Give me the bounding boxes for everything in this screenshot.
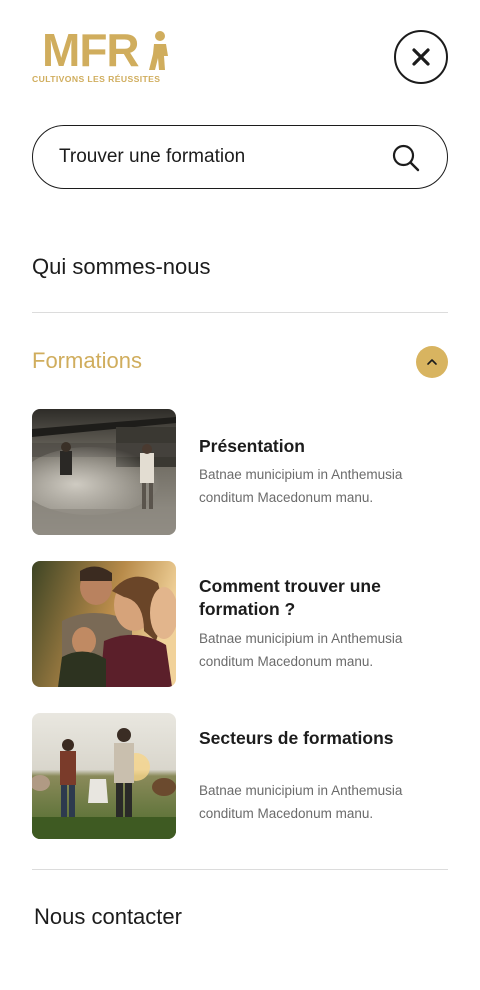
search-bar bbox=[32, 125, 448, 189]
close-icon bbox=[412, 48, 430, 66]
divider bbox=[32, 869, 448, 870]
chevron-up-icon bbox=[427, 359, 437, 365]
card-description: Batnae municipium in Anthemusia conditum… bbox=[199, 783, 403, 821]
divider bbox=[32, 312, 448, 313]
students-photo bbox=[32, 561, 176, 687]
search-icon[interactable] bbox=[391, 143, 421, 173]
nav-link-contact[interactable]: Nous contacter bbox=[34, 904, 182, 930]
nav-link-about[interactable]: Qui sommes-nous bbox=[32, 254, 211, 280]
logo-figure-icon bbox=[149, 31, 168, 70]
menu-header: MFR CULTIVONS LES RÉUSSITES bbox=[0, 0, 480, 110]
formation-card-find[interactable]: Comment trouver une formation ? Batnae m… bbox=[32, 561, 448, 687]
card-description: Batnae municipium in Anthemusia conditum… bbox=[199, 631, 403, 669]
card-title: Comment trouver une formation ? bbox=[199, 576, 381, 619]
mfr-logo[interactable]: MFR CULTIVONS LES RÉUSSITES bbox=[32, 24, 192, 88]
card-title: Présentation bbox=[199, 436, 305, 456]
search-input[interactable] bbox=[59, 126, 379, 187]
card-description: Batnae municipium in Anthemusia conditum… bbox=[199, 467, 403, 505]
logo-tagline: CULTIVONS LES RÉUSSITES bbox=[32, 74, 161, 84]
card-title: Secteurs de formations bbox=[199, 728, 394, 748]
logo-mark: MFR bbox=[42, 24, 140, 76]
close-menu-button[interactable] bbox=[394, 30, 448, 84]
formations-section-title[interactable]: Formations bbox=[32, 348, 142, 374]
formation-card-presentation[interactable]: Présentation Batnae municipium in Anthem… bbox=[32, 409, 448, 535]
collapse-formations-button[interactable] bbox=[416, 346, 448, 378]
formation-card-sectors[interactable]: Secteurs de formations Batnae municipium… bbox=[32, 713, 448, 839]
farm-photo bbox=[32, 713, 176, 839]
barn-photo bbox=[32, 409, 176, 535]
